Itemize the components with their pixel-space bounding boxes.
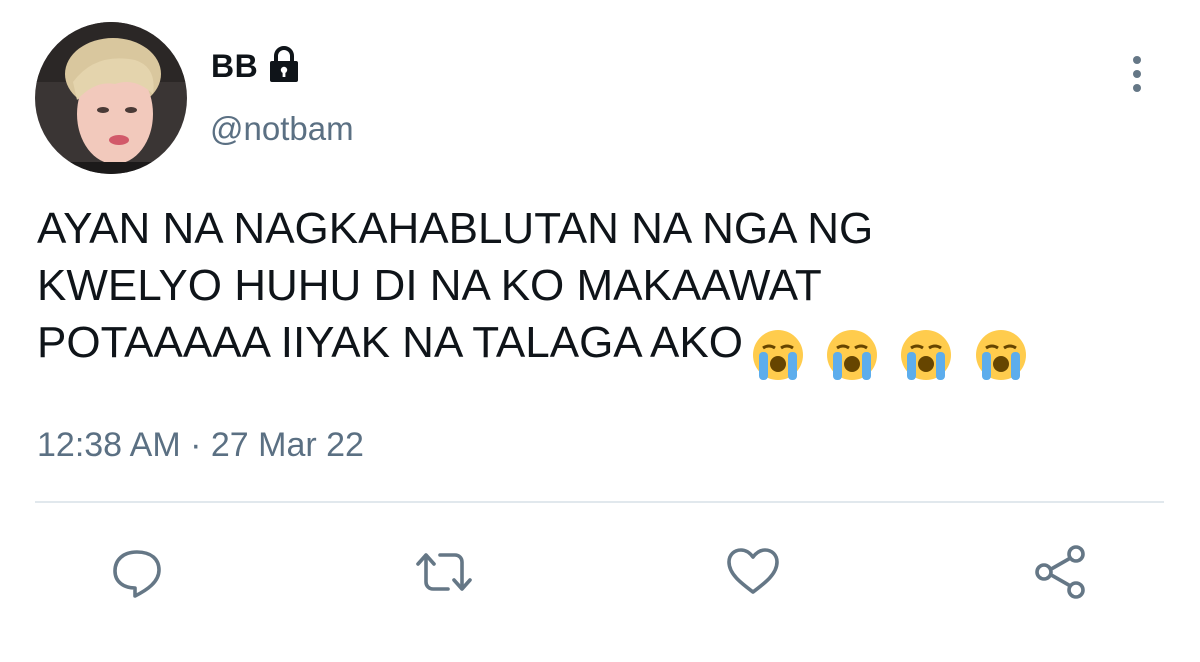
retweet-button[interactable] [412,540,476,604]
loudly-crying-face-icon [827,330,878,381]
tweet-text-line-content: POTAAAAA IIYAK NA TALAGA AKO [37,318,743,367]
loudly-crying-face-icon [975,330,1026,381]
divider [35,501,1164,503]
share-button[interactable] [1030,540,1094,604]
tweet-text-line: KWELYO HUHU DI NA KO MAKAAWAT [37,261,822,310]
loudly-crying-face-icon [901,330,952,381]
author-name-row: BB [211,44,304,88]
user-handle[interactable]: @notbam [210,110,354,148]
tweet-action-bar [0,540,1200,610]
retweet-icon [416,553,472,591]
like-button[interactable] [721,540,785,604]
more-vertical-icon[interactable] [1124,54,1150,94]
share-icon [1035,545,1085,599]
heart-icon [727,548,779,594]
tweet-timestamp[interactable]: 12:38 AM · 27 Mar 22 [37,426,364,465]
emoji-row [751,324,1036,382]
tweet-text: AYAN NA NAGKAHABLUTAN NA NGA NG KWELYO H… [37,200,1157,382]
tweet-text-line: POTAAAAA IIYAK NA TALAGA AKO [37,314,1157,382]
avatar-photo [35,22,187,174]
loudly-crying-face-icon [752,330,803,381]
lock-icon [264,44,304,84]
reply-button[interactable] [105,540,169,604]
avatar[interactable] [35,22,187,174]
tweet-text-line: AYAN NA NAGKAHABLUTAN NA NGA NG [37,204,874,253]
display-name[interactable]: BB [211,48,258,85]
reply-icon [113,550,161,598]
